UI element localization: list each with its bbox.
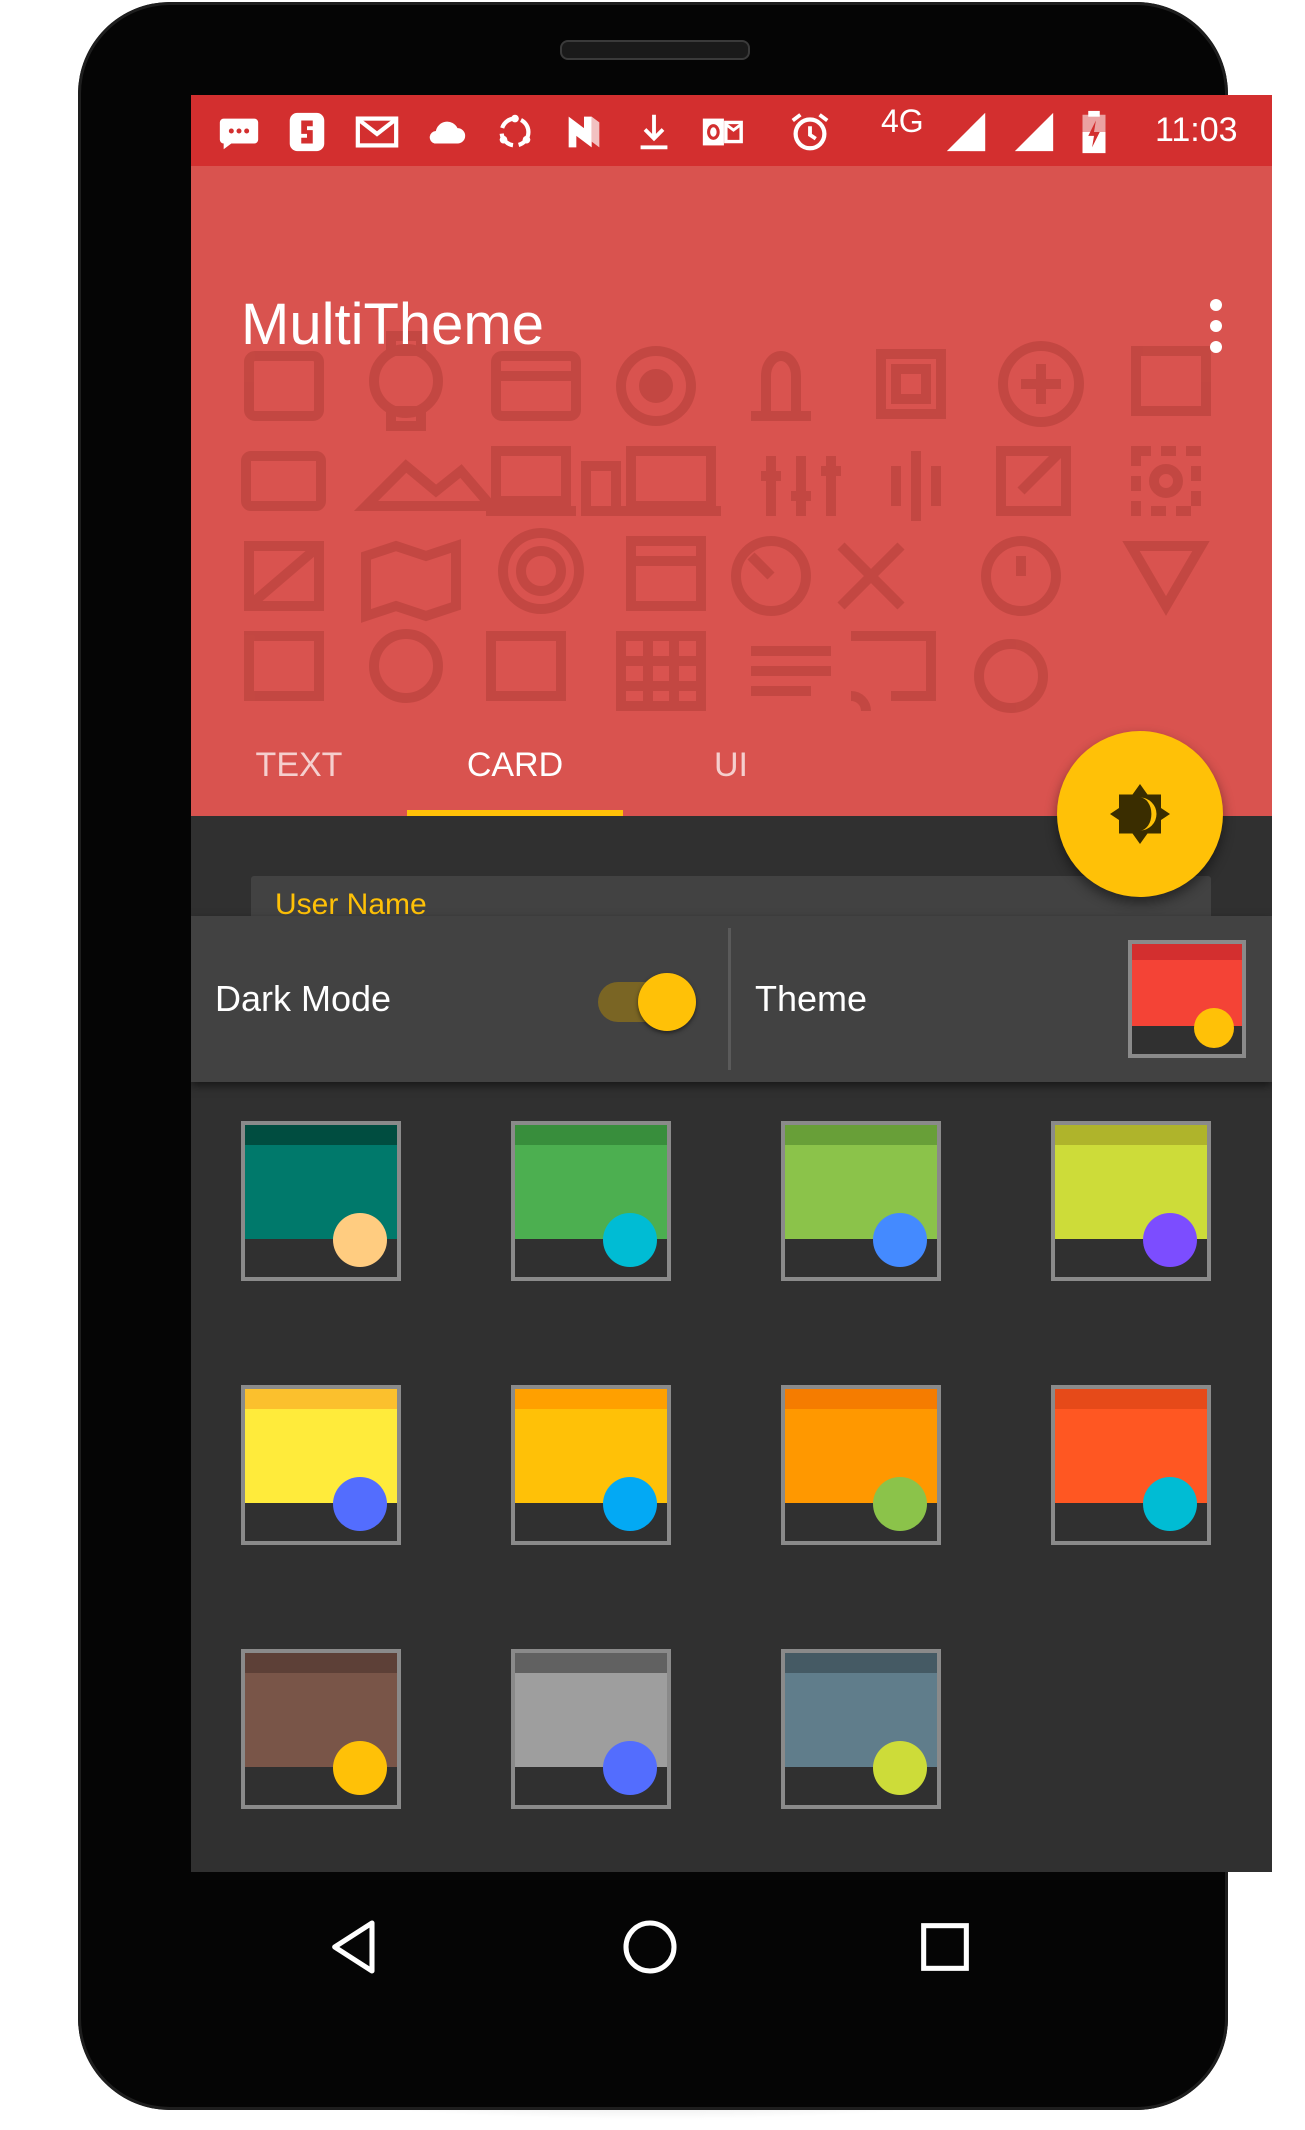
theme-swatch[interactable] xyxy=(781,1649,941,1809)
dark-mode-switch[interactable] xyxy=(598,966,698,1032)
alarm-icon xyxy=(787,109,833,155)
theme-swatch[interactable] xyxy=(241,1649,401,1809)
gmail-icon xyxy=(354,109,400,155)
network-type-label: 4G xyxy=(881,103,924,139)
content-area: User Name Dark Mode Theme xyxy=(191,816,1272,1872)
swatch-dark-band xyxy=(515,1125,667,1145)
swatch-dark-band xyxy=(515,1389,667,1409)
speaker-grille xyxy=(560,40,750,60)
theme-swatch[interactable] xyxy=(1051,1385,1211,1545)
screen: 4G 11:03 MultiTheme TEXT CARD UI User Na… xyxy=(191,95,1272,1872)
swatch-dark-band xyxy=(785,1125,937,1145)
swatch-accent-dot xyxy=(603,1213,657,1267)
swatch-accent-dot xyxy=(873,1213,927,1267)
brightness-icon xyxy=(1110,784,1170,844)
swatch-accent-dot xyxy=(603,1741,657,1795)
theme-swatch[interactable] xyxy=(1051,1121,1211,1281)
clock: 11:03 xyxy=(1155,111,1238,149)
swatch-accent-dot xyxy=(603,1477,657,1531)
swatch-accent-dot xyxy=(1143,1213,1197,1267)
message-icon xyxy=(216,109,262,155)
back-icon[interactable] xyxy=(324,1915,388,1979)
swatch-accent-dot xyxy=(333,1477,387,1531)
swatch-dark-band xyxy=(1055,1389,1207,1409)
app-bar: MultiTheme TEXT CARD UI xyxy=(191,166,1272,816)
theme-label: Theme xyxy=(755,978,868,1019)
tab-card[interactable]: CARD xyxy=(407,714,623,816)
app-icon xyxy=(284,109,330,155)
current-theme-swatch[interactable] xyxy=(1128,940,1246,1058)
phone-frame: 4G 11:03 MultiTheme TEXT CARD UI User Na… xyxy=(78,2,1272,2110)
theme-swatch[interactable] xyxy=(781,1121,941,1281)
theme-swatch[interactable] xyxy=(511,1649,671,1809)
theme-swatch[interactable] xyxy=(511,1121,671,1281)
swatch-accent-dot xyxy=(873,1741,927,1795)
cloud-icon xyxy=(423,109,469,155)
recents-icon[interactable] xyxy=(913,1915,977,1979)
theme-swatch[interactable] xyxy=(781,1385,941,1545)
swatch-accent-dot xyxy=(333,1741,387,1795)
theme-swatch[interactable] xyxy=(241,1121,401,1281)
swatch-dark-band xyxy=(515,1653,667,1673)
swatch-dark-band xyxy=(1055,1125,1207,1145)
download-icon xyxy=(631,109,677,155)
swatch-accent-dot xyxy=(1143,1477,1197,1531)
app-title: MultiTheme xyxy=(241,292,544,357)
tab-ui[interactable]: UI xyxy=(623,714,839,816)
dark-mode-label: Dark Mode xyxy=(215,978,392,1019)
outlook-icon xyxy=(699,109,745,155)
home-icon[interactable] xyxy=(618,1915,682,1979)
overflow-menu-button[interactable] xyxy=(1196,296,1236,356)
more-vert-icon xyxy=(1210,299,1222,353)
signal-icon xyxy=(943,109,989,155)
swatch-dark-band xyxy=(1132,944,1242,960)
swatch-accent-dot xyxy=(1194,1008,1234,1048)
swatch-dark-band xyxy=(245,1389,397,1409)
signal-icon xyxy=(1011,109,1057,155)
swatch-dark-band xyxy=(245,1653,397,1673)
divider xyxy=(728,928,731,1070)
swatch-accent-dot xyxy=(873,1477,927,1531)
tab-text[interactable]: TEXT xyxy=(191,714,407,816)
n-icon xyxy=(561,109,607,155)
swatch-dark-band xyxy=(785,1653,937,1673)
status-bar: 4G 11:03 xyxy=(191,95,1272,166)
swatch-accent-dot xyxy=(333,1213,387,1267)
battery-charging-icon xyxy=(1071,109,1117,155)
theme-swatch[interactable] xyxy=(241,1385,401,1545)
settings-row: Dark Mode Theme xyxy=(191,916,1272,1082)
swatch-dark-band xyxy=(245,1125,397,1145)
sync-icon xyxy=(492,109,538,155)
theme-swatch[interactable] xyxy=(511,1385,671,1545)
theme-fab-button[interactable] xyxy=(1057,731,1223,897)
switch-thumb xyxy=(638,973,696,1031)
swatch-dark-band xyxy=(785,1389,937,1409)
